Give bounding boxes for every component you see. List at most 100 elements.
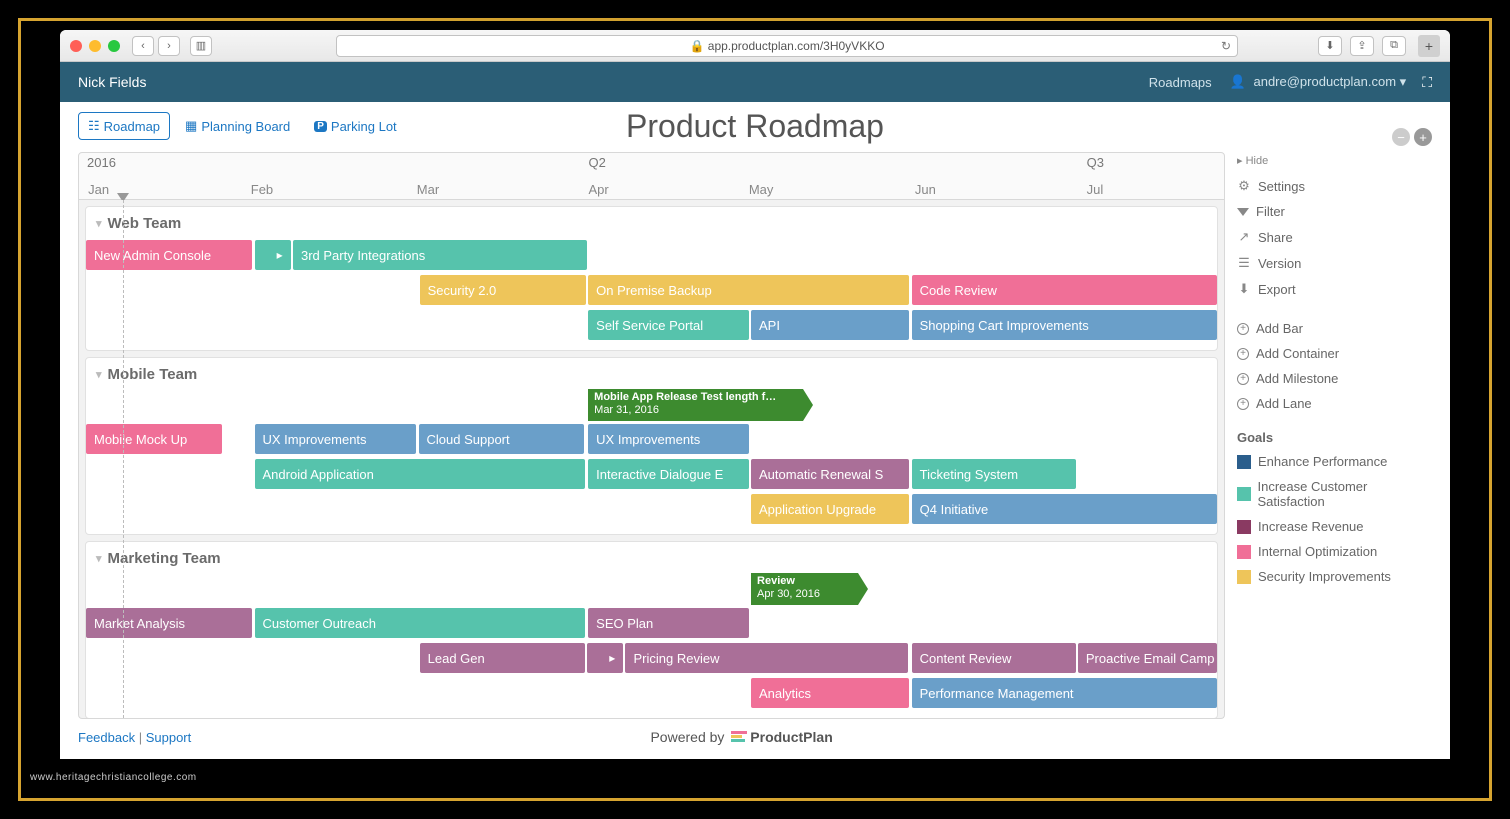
roadmap-bar[interactable]: Analytics: [751, 678, 909, 708]
roadmap-bar[interactable]: Ticketing System: [912, 459, 1076, 489]
roadmap-bar[interactable]: SEO Plan: [588, 608, 749, 638]
roadmap-bar[interactable]: New Admin Console: [86, 240, 252, 270]
url-bar[interactable]: 🔒 app.productplan.com/3H0yVKKO ↻: [336, 35, 1238, 57]
milestone[interactable]: Mobile App Release Test length f…Mar 31,…: [588, 389, 803, 421]
roadmap-bar[interactable]: Shopping Cart Improvements: [912, 310, 1217, 340]
image-credit: www.heritagechristiancollege.com: [30, 772, 197, 783]
roadmap-bar[interactable]: Customer Outreach: [255, 608, 585, 638]
close-icon[interactable]: [70, 40, 82, 52]
roadmap-bar[interactable]: Proactive Email Camp: [1078, 643, 1217, 673]
zoom-in-button[interactable]: +: [1414, 128, 1432, 146]
topbar: ☷ Roadmap ▦ Planning Board P Parking Lot…: [60, 102, 1450, 144]
user-email-label: andre@productplan.com: [1253, 74, 1396, 89]
legend-item[interactable]: Enhance Performance: [1237, 449, 1432, 474]
sidebar-add-label: Add Bar: [1256, 321, 1303, 336]
roadmap-bar[interactable]: Self Service Portal: [588, 310, 749, 340]
lane: ▾Web TeamNew Admin Console▸3rd Party Int…: [85, 206, 1218, 351]
new-tab-button[interactable]: +: [1418, 35, 1440, 57]
roadmap-bar[interactable]: UX Improvements: [255, 424, 417, 454]
browser-window: ‹ › ▥ 🔒 app.productplan.com/3H0yVKKO ↻ ⬇…: [60, 30, 1450, 759]
legend-item[interactable]: Increase Revenue: [1237, 514, 1432, 539]
url-text: app.productplan.com/3H0yVKKO: [708, 39, 885, 53]
lane-header[interactable]: ▾Marketing Team: [86, 542, 1217, 573]
roadmap-bar[interactable]: Android Application: [255, 459, 585, 489]
sidebar-hide-toggle[interactable]: Hide: [1237, 154, 1432, 167]
sidebar-tool-label: Export: [1258, 282, 1296, 297]
roadmap-bar[interactable]: Security 2.0: [420, 275, 586, 305]
export-icon: ⬇: [1237, 281, 1251, 297]
quarter-label: Q3: [1087, 155, 1104, 170]
back-button[interactable]: ‹: [132, 36, 154, 56]
download-button[interactable]: ⬇: [1318, 36, 1342, 56]
lane-row: Android ApplicationInteractive Dialogue …: [86, 458, 1217, 492]
sidebar-tool-settings[interactable]: ⚙Settings: [1237, 173, 1432, 199]
roadmap-bar[interactable]: Performance Management: [912, 678, 1217, 708]
sidebar-tool-export[interactable]: ⬇ Export: [1237, 276, 1432, 302]
roadmap-bar[interactable]: Pricing Review: [625, 643, 908, 673]
lane-header[interactable]: ▾Mobile Team: [86, 358, 1217, 389]
lanes-container: ▾Web TeamNew Admin Console▸3rd Party Int…: [78, 200, 1225, 719]
lock-icon: 🔒: [689, 39, 704, 53]
roadmap-bar[interactable]: Lead Gen: [420, 643, 585, 673]
legend-item[interactable]: Internal Optimization: [1237, 539, 1432, 564]
lane-row: New Admin Console▸3rd Party Integrations: [86, 239, 1217, 273]
roadmap-bar[interactable]: On Premise Backup: [588, 275, 909, 305]
forward-button[interactable]: ›: [158, 36, 180, 56]
sidebar-add-add-milestone[interactable]: +Add Milestone: [1237, 366, 1432, 391]
user-menu[interactable]: 👤 andre@productplan.com ▾: [1230, 74, 1407, 90]
lane: ▾Marketing TeamReviewApr 30, 2016 Market …: [85, 541, 1218, 719]
lane-header[interactable]: ▾Web Team: [86, 207, 1217, 238]
milestone-title: Mobile App Release Test length f…: [594, 391, 793, 404]
tabs-button[interactable]: ⧉: [1382, 36, 1406, 56]
reload-icon[interactable]: ↻: [1221, 39, 1231, 53]
timeline-header: 2016 Q2Q3JanFebMarAprMayJunJul: [78, 152, 1225, 200]
feedback-link[interactable]: Feedback: [78, 730, 135, 745]
share-button[interactable]: ⇪: [1350, 36, 1374, 56]
roadmap-bar[interactable]: ▸: [255, 240, 291, 270]
milestone[interactable]: ReviewApr 30, 2016: [751, 573, 858, 605]
roadmap-bar[interactable]: Interactive Dialogue E: [588, 459, 749, 489]
chevron-down-icon: ▾: [96, 552, 102, 565]
milestone-date: Mar 31, 2016: [594, 404, 793, 417]
roadmap-bar[interactable]: Code Review: [912, 275, 1217, 305]
sidebar-tool-version[interactable]: ☰Version: [1237, 250, 1432, 276]
legend-item[interactable]: Increase Customer Satisfaction: [1237, 474, 1432, 514]
sidebar-add-add-bar[interactable]: +Add Bar: [1237, 316, 1432, 341]
sidebar-add-add-container[interactable]: +Add Container: [1237, 341, 1432, 366]
minimize-icon[interactable]: [89, 40, 101, 52]
roadmap-bar[interactable]: Cloud Support: [419, 424, 584, 454]
fullscreen-icon[interactable]: ⛶: [1422, 74, 1432, 91]
zoom-out-button[interactable]: −: [1392, 128, 1410, 146]
month-label: Jul: [1087, 182, 1104, 197]
roadmap-bar[interactable]: 3rd Party Integrations: [293, 240, 587, 270]
sidebar-add-add-lane[interactable]: +Add Lane: [1237, 391, 1432, 416]
goals-heading: Goals: [1237, 430, 1432, 445]
sidebar-tool-share[interactable]: ↗Share: [1237, 224, 1432, 250]
roadmap-bar[interactable]: UX Improvements: [588, 424, 749, 454]
sidebar-button[interactable]: ▥: [190, 36, 212, 56]
sidebar-tool-label: Filter: [1256, 204, 1285, 219]
lane-name-label about-interactable=: Web Team: [108, 215, 182, 232]
roadmap-bar[interactable]: Mobile Mock Up: [86, 424, 222, 454]
support-link[interactable]: Support: [146, 730, 192, 745]
roadmap-bar[interactable]: ▸: [587, 643, 623, 673]
roadmap-bar[interactable]: Automatic Renewal S: [751, 459, 909, 489]
month-label: Jan: [88, 182, 109, 197]
roadmap-bar[interactable]: Content Review: [912, 643, 1076, 673]
sidebar-add-label: Add Milestone: [1256, 371, 1338, 386]
month-label: Jun: [915, 182, 936, 197]
roadmap-bar[interactable]: Application Upgrade: [751, 494, 909, 524]
tab-parking-lot[interactable]: P Parking Lot: [305, 112, 405, 140]
nav-roadmaps[interactable]: Roadmaps: [1149, 75, 1212, 90]
milestone-date: Apr 30, 2016: [757, 588, 848, 601]
roadmap-bar[interactable]: Q4 Initiative: [912, 494, 1217, 524]
roadmap-bar[interactable]: Market Analysis: [86, 608, 252, 638]
tab-planning-board[interactable]: ▦ Planning Board: [176, 112, 299, 140]
lane-row: Application UpgradeQ4 Initiative: [86, 493, 1217, 527]
traffic-lights: [70, 40, 120, 52]
maximize-icon[interactable]: [108, 40, 120, 52]
legend-item[interactable]: Security Improvements: [1237, 564, 1432, 589]
sidebar-tool-filter[interactable]: Filter: [1237, 199, 1432, 224]
roadmap-bar[interactable]: API: [751, 310, 909, 340]
tab-roadmap[interactable]: ☷ Roadmap: [78, 112, 170, 140]
